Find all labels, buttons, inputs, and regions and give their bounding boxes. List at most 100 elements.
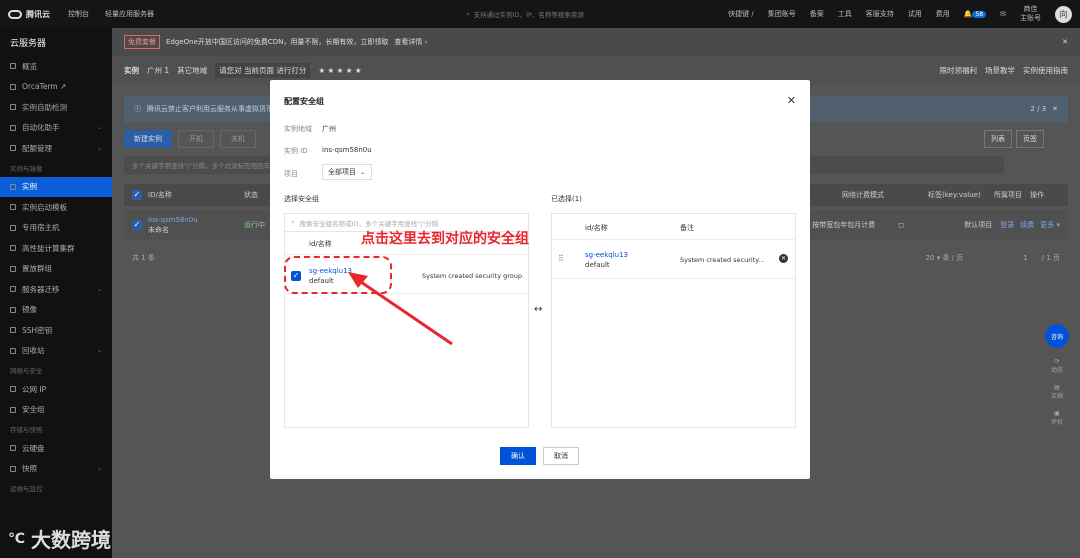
right-col-note: 备注 <box>680 224 694 232</box>
sidebar-item[interactable]: 公网 IP <box>0 379 112 400</box>
sidebar-item[interactable]: SSH密钥 <box>0 320 112 341</box>
list-item[interactable]: ⠿ sg-eekqlu13 default System created sec… <box>552 239 795 279</box>
stop-button[interactable]: 关机 <box>220 130 256 148</box>
sidebar-item[interactable]: 概览 <box>0 56 112 77</box>
close-icon[interactable]: ✕ <box>1062 38 1068 46</box>
create-instance-button[interactable]: 新建实例 <box>124 130 172 148</box>
login-link[interactable]: 登录 <box>1000 220 1014 230</box>
sidebar-item[interactable]: 服务器迁移 ⌄ <box>0 279 112 300</box>
mail-icon[interactable]: ✉ <box>1000 10 1006 18</box>
confirm-button[interactable]: 确认 <box>500 447 536 465</box>
sidebar-item[interactable]: 高性能计算集群 <box>0 238 112 259</box>
sidebar-item-label: 自动化助手 <box>22 123 60 133</box>
project-select[interactable]: 全部项目 ⌄ <box>322 164 372 180</box>
top-link[interactable]: 集团账号 <box>768 9 796 19</box>
header-link[interactable]: 场景教学 <box>985 65 1015 76</box>
cancel-button[interactable]: 取消 <box>543 447 579 465</box>
news-button[interactable]: ⟳ 动态 <box>1051 358 1063 374</box>
promo-link[interactable]: 查看详情 › <box>394 37 427 47</box>
select-all-checkbox[interactable]: ✓ <box>132 190 142 200</box>
header-link[interactable]: 限时领福利 <box>940 65 978 76</box>
top-link[interactable]: 备案 <box>810 9 824 19</box>
top-link[interactable]: 客服支持 <box>866 9 894 19</box>
brand-logo[interactable]: 腾讯云 <box>8 9 50 20</box>
header-link[interactable]: 实例使用指南 <box>1023 65 1068 76</box>
notice-pager[interactable]: 2 / 3 <box>1030 105 1046 113</box>
sidebar-title: 云服务器 <box>10 38 47 49</box>
feedback-label: 评价 <box>1050 419 1063 426</box>
rating-prompt[interactable]: 请您对 当前页面 进行打分 <box>215 62 311 78</box>
remove-icon[interactable]: ✕ <box>779 254 788 263</box>
sidebar-item[interactable]: 置放群组 <box>0 259 112 280</box>
close-icon[interactable]: ✕ <box>787 94 796 107</box>
row-checkbox[interactable]: ✓ <box>132 220 142 230</box>
sidebar-item[interactable]: 实例启动模板 <box>0 197 112 218</box>
chevron-down-icon: ⌄ <box>96 124 102 132</box>
sidebar-section: 网络与安全 <box>0 361 112 379</box>
left-panel-title: 选择安全组 <box>284 195 319 203</box>
docs-button[interactable]: ▤ 文档 <box>1051 384 1063 400</box>
chevron-down-icon: ⌄ <box>360 168 366 176</box>
star-rating[interactable]: ★ ★ ★ ★ ★ <box>318 66 361 75</box>
tab-view-button[interactable]: 页签 <box>1016 130 1044 148</box>
renew-link[interactable]: 续费 <box>1020 220 1034 230</box>
top-link[interactable]: 费用 <box>936 9 950 19</box>
sidebar-item-label: 快照 <box>22 464 37 474</box>
sidebar-list: 概览 OrcaTerm ↗ 实例自助检测 自动化助手 ⌄ 配额管理 ⌄ 实例与镜像 实例 实例启动… <box>0 56 112 497</box>
selected-group-id[interactable]: sg-eekqlu13 <box>585 251 628 259</box>
sidebar-item-label: 专用宿主机 <box>22 223 60 233</box>
avatar[interactable]: 向 <box>1055 5 1072 23</box>
menu-icon <box>10 306 16 313</box>
sidebar-item-label: 实例自助检测 <box>22 102 67 112</box>
selected-group-name: default <box>585 261 610 269</box>
nav-console[interactable]: 控制台 <box>68 9 89 19</box>
consult-button[interactable]: 咨询 <box>1045 324 1069 348</box>
sidebar-item[interactable]: 实例自助检测 <box>0 97 112 118</box>
toolbar: 新建实例 开机 关机 <box>124 130 256 148</box>
top-link[interactable]: 工具 <box>838 9 852 19</box>
chevron-down-icon: ⌄ <box>96 465 102 473</box>
annotation-text: 点击这里去到对应的安全组 <box>361 231 529 247</box>
page-number-input[interactable]: 1 <box>1023 254 1027 262</box>
sidebar-item[interactable]: 专用宿主机 <box>0 218 112 239</box>
sidebar-item[interactable]: OrcaTerm ↗ <box>0 77 112 98</box>
instance-label: 实例 ID <box>284 147 308 155</box>
sidebar-item[interactable]: 实例 <box>0 176 112 197</box>
menu-icon <box>10 183 16 190</box>
search-icon: ⌕ <box>291 218 295 226</box>
region-selector[interactable]: 广州 1 <box>147 65 169 76</box>
sidebar-item[interactable]: 镜像 <box>0 300 112 321</box>
modal-title: 配置安全组 <box>284 97 324 106</box>
nav-lighthouse[interactable]: 轻量应用服务器 <box>105 9 154 19</box>
left-col-header: id/名称 <box>309 240 332 248</box>
bell-icon[interactable]: 🔔 58 <box>964 10 987 18</box>
more-link[interactable]: 更多 ▾ <box>1040 220 1060 230</box>
refresh-icon: ⟳ <box>1054 358 1060 365</box>
start-button[interactable]: 开机 <box>178 130 214 148</box>
sidebar-item[interactable]: 云硬盘 <box>0 438 112 459</box>
col-status: 状态 <box>244 191 258 199</box>
feedback-button[interactable]: ▣ 评价 <box>1051 410 1063 426</box>
sidebar-item[interactable]: 配额管理 ⌄ <box>0 138 112 159</box>
sidebar-item-label: SSH密钥 <box>22 325 53 335</box>
page-size-select[interactable]: 20 ▾ 条 / 页 <box>926 253 964 263</box>
sidebar-item[interactable]: 安全组 <box>0 400 112 421</box>
right-float-bar: 咨询 ⟳ 动态 ▤ 文档 ▣ 评价 <box>1044 324 1070 426</box>
menu-icon <box>10 386 16 393</box>
list-view-button[interactable]: 列表 <box>984 130 1012 148</box>
sidebar-item-label: 镜像 <box>22 305 37 315</box>
global-search[interactable]: ⌕ 支持通过实例ID、IP、名称等搜索资源 <box>466 6 646 22</box>
user-label[interactable]: 商佳 主账号 <box>1020 5 1041 23</box>
group-search-placeholder: 搜索安全组名称或ID，多个关键字用竖线"|"分隔 <box>299 219 439 228</box>
sidebar-item[interactable]: 回收站 ⌄ <box>0 341 112 362</box>
instance-id-link[interactable]: ins-qsm58n0u <box>148 215 238 225</box>
close-icon[interactable]: ✕ <box>1052 105 1058 113</box>
sidebar-item[interactable]: 快照 ⌄ <box>0 459 112 480</box>
sidebar-item[interactable]: 自动化助手 ⌄ <box>0 118 112 139</box>
drag-handle-icon[interactable]: ⠿ <box>558 254 564 263</box>
top-link[interactable]: 试用 <box>908 9 922 19</box>
sidebar-item-label: 网络与安全 <box>10 367 43 375</box>
chevron-down-icon: ⌄ <box>96 285 102 293</box>
tag-icon[interactable]: ◻ <box>898 221 958 229</box>
other-region[interactable]: 其它地域 <box>177 65 207 76</box>
